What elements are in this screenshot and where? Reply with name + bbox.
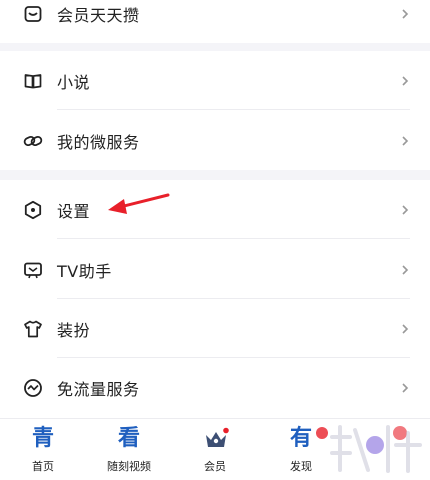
menu-item-micro-services[interactable]: 我的微服务 xyxy=(0,111,430,170)
tab-label: 会员 xyxy=(204,460,226,473)
menu-item-label: 小说 xyxy=(57,72,91,92)
tab-my[interactable] xyxy=(344,419,430,480)
traffic-wave-icon xyxy=(22,377,44,399)
chevron-right-icon xyxy=(402,204,409,215)
tab-home[interactable]: 青 首页 xyxy=(0,419,86,480)
tshirt-icon xyxy=(22,318,44,340)
tab-label: 发现 xyxy=(290,460,312,473)
menu-item-vip-savings[interactable]: 会员天天攒 xyxy=(0,0,430,43)
menu-item-settings[interactable]: 设置 xyxy=(0,180,430,239)
menu-item-novel[interactable]: 小说 xyxy=(0,51,430,110)
tab-discover[interactable]: 有 发现 xyxy=(258,419,344,480)
chevron-right-icon xyxy=(402,264,409,275)
menu-group-top: 会员天天攒 xyxy=(0,0,430,43)
bottom-tab-bar: 青 首页 看 随刻视频 会员 有 发现 xyxy=(0,418,430,480)
tv-icon xyxy=(22,259,44,281)
divider xyxy=(57,109,410,110)
menu-item-free-traffic[interactable]: 免流量服务 xyxy=(0,358,430,417)
tab-suike-video[interactable]: 看 随刻视频 xyxy=(86,419,172,480)
tab-label: 随刻视频 xyxy=(107,460,151,473)
menu-item-label: 免流量服务 xyxy=(57,379,140,399)
menu-item-label: 会员天天攒 xyxy=(57,5,140,25)
menu-group-content: 小说 我的微服务 xyxy=(0,51,430,170)
menu-item-label: TV助手 xyxy=(57,261,112,281)
chevron-right-icon xyxy=(402,8,409,19)
chevron-right-icon xyxy=(402,323,409,334)
tab-vip[interactable]: 会员 xyxy=(172,419,258,480)
chevron-right-icon xyxy=(402,382,409,393)
home-tab-icon: 青 xyxy=(31,426,54,451)
menu-group-settings: 设置 TV助手 装扮 免流量服务 xyxy=(0,180,430,418)
menu-item-label: 我的微服务 xyxy=(57,132,140,152)
discover-tab-icon: 有 xyxy=(289,426,312,451)
wallet-icon xyxy=(22,3,44,25)
divider xyxy=(57,238,410,239)
menu-item-dress-up[interactable]: 装扮 xyxy=(0,299,430,358)
settings-hexagon-icon xyxy=(22,199,44,221)
menu-item-label: 设置 xyxy=(57,201,91,221)
video-tab-icon: 看 xyxy=(117,426,140,451)
book-icon xyxy=(22,70,44,92)
link-icon xyxy=(22,130,44,152)
crown-icon xyxy=(206,427,229,447)
chevron-right-icon xyxy=(402,75,409,86)
menu-item-label: 装扮 xyxy=(57,320,91,340)
tab-label: 首页 xyxy=(32,460,54,473)
menu-item-tv-assistant[interactable]: TV助手 xyxy=(0,240,430,299)
chevron-right-icon xyxy=(402,135,409,146)
